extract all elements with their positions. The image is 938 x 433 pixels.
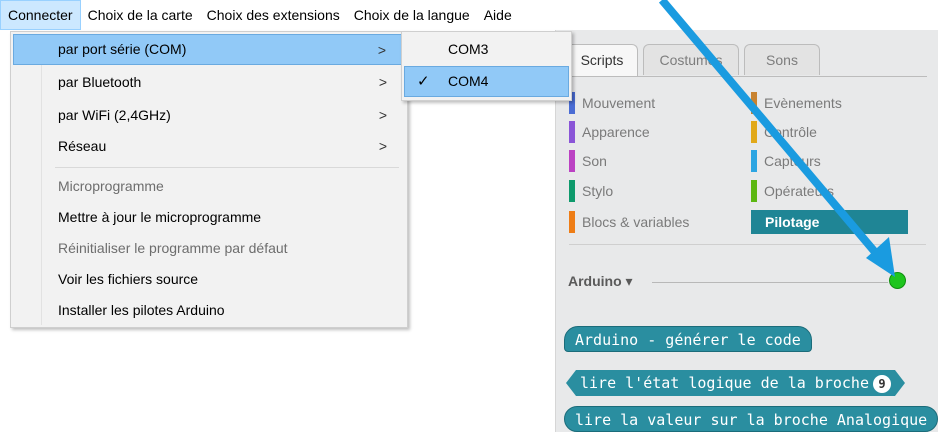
menu-item-port-serie[interactable]: par port série (COM) >	[13, 34, 405, 65]
category-operateurs[interactable]: Opérateurs	[751, 179, 911, 203]
menu-aide[interactable]: Aide	[477, 0, 519, 30]
category-label: Stylo	[582, 183, 614, 199]
tab-scripts[interactable]: Scripts	[566, 44, 638, 77]
category-swatch	[751, 180, 757, 202]
category-swatch	[751, 150, 757, 172]
category-controle[interactable]: Contrôle	[751, 120, 911, 144]
category-capteurs[interactable]: Capteurs	[751, 149, 911, 173]
extension-divider	[652, 282, 888, 283]
menu-item-voir-fichiers[interactable]: Voir les fichiers source	[13, 264, 405, 295]
menu-choix-langue[interactable]: Choix de la langue	[347, 0, 477, 30]
tabs-underline	[566, 76, 927, 77]
category-mouvement[interactable]: Mouvement	[569, 91, 739, 115]
connection-status-indicator	[889, 272, 906, 289]
menu-item-installer-pilotes[interactable]: Installer les pilotes Arduino	[13, 295, 405, 326]
tab-costumes[interactable]: Costumes	[643, 44, 739, 75]
submenu-item-com4[interactable]: ✓ COM4	[404, 66, 569, 97]
menu-connecter[interactable]: Connecter	[0, 0, 81, 30]
category-label: Opérateurs	[764, 183, 835, 199]
menu-item-wifi[interactable]: par WiFi (2,4GHz) >	[13, 100, 405, 131]
category-swatch	[569, 150, 575, 172]
category-label: Mouvement	[582, 95, 656, 111]
menu-item-reseau[interactable]: Réseau >	[13, 131, 405, 162]
category-apparence[interactable]: Apparence	[569, 120, 739, 144]
category-swatch	[751, 121, 757, 143]
block-label: Arduino - générer le code	[575, 331, 801, 349]
category-label: Evènements	[764, 95, 842, 111]
submenu-item-label: COM3	[448, 41, 489, 57]
blocks-palette-panel: Scripts Costumes Sons Mouvement Evènemen…	[555, 30, 938, 432]
chevron-right-icon: >	[378, 74, 387, 90]
menu-item-label: Réseau	[58, 138, 107, 154]
category-evenements[interactable]: Evènements	[751, 91, 911, 115]
palette-divider	[569, 244, 926, 245]
menu-item-microprogramme: Microprogramme	[13, 171, 405, 202]
block-arduino-generer-code[interactable]: Arduino - générer le code	[564, 326, 812, 352]
menu-item-mettre-a-jour[interactable]: Mettre à jour le microprogramme	[13, 202, 405, 233]
checkmark-icon: ✓	[417, 73, 430, 90]
tab-sons[interactable]: Sons	[744, 44, 820, 75]
submenu-item-com3[interactable]: COM3	[404, 34, 569, 65]
chevron-right-icon: >	[378, 138, 387, 154]
menu-item-label: Mettre à jour le microprogramme	[58, 209, 262, 225]
menu-item-label: Réinitialiser le programme par défaut	[58, 240, 288, 256]
menu-item-reinitialiser: Réinitialiser le programme par défaut	[13, 233, 405, 264]
menu-item-label: Voir les fichiers source	[58, 271, 199, 287]
category-swatch	[569, 180, 575, 202]
chevron-right-icon: >	[377, 42, 386, 58]
category-label: Blocs & variables	[582, 214, 690, 230]
menu-item-label: par Bluetooth	[58, 74, 142, 90]
category-stylo[interactable]: Stylo	[569, 179, 739, 203]
pin-number-input[interactable]: 9	[873, 375, 891, 393]
category-label: Apparence	[582, 124, 650, 140]
block-lire-valeur-analogique[interactable]: lire la valeur sur la broche Analogique	[564, 406, 938, 432]
category-son[interactable]: Son	[569, 149, 739, 173]
submenu-item-label: COM4	[448, 73, 489, 89]
menu-item-label: Microprogramme	[58, 178, 164, 194]
extension-title-arduino[interactable]: Arduino ▾	[568, 273, 633, 290]
menu-bar: Connecter Choix de la carte Choix des ex…	[0, 0, 938, 30]
menu-separator	[55, 167, 399, 168]
menu-item-bluetooth[interactable]: par Bluetooth >	[13, 67, 405, 98]
block-label: lire l'état logique de la broche	[580, 374, 869, 392]
chevron-right-icon: >	[378, 107, 387, 123]
port-submenu: COM3 ✓ COM4	[401, 31, 572, 101]
category-label: Contrôle	[764, 124, 817, 140]
menu-choix-carte[interactable]: Choix de la carte	[81, 0, 200, 30]
category-label: Capteurs	[764, 153, 821, 169]
category-blocs-variables[interactable]: Blocs & variables	[569, 210, 739, 234]
block-label: lire la valeur sur la broche Analogique	[575, 411, 928, 429]
category-swatch	[569, 121, 575, 143]
category-pilotage[interactable]: Pilotage	[751, 210, 908, 234]
menu-choix-extensions[interactable]: Choix des extensions	[200, 0, 347, 30]
category-swatch	[569, 211, 575, 233]
connecter-dropdown-menu: par port série (COM) > par Bluetooth > p…	[10, 31, 408, 328]
menu-item-label: Installer les pilotes Arduino	[58, 302, 225, 318]
menu-item-label: par WiFi (2,4GHz)	[58, 107, 171, 123]
category-label: Son	[582, 153, 607, 169]
block-lire-etat-logique[interactable]: lire l'état logique de la broche 9	[566, 370, 905, 396]
menu-item-label: par port série (COM)	[58, 41, 187, 57]
category-swatch	[751, 92, 757, 114]
category-label: Pilotage	[765, 214, 820, 230]
